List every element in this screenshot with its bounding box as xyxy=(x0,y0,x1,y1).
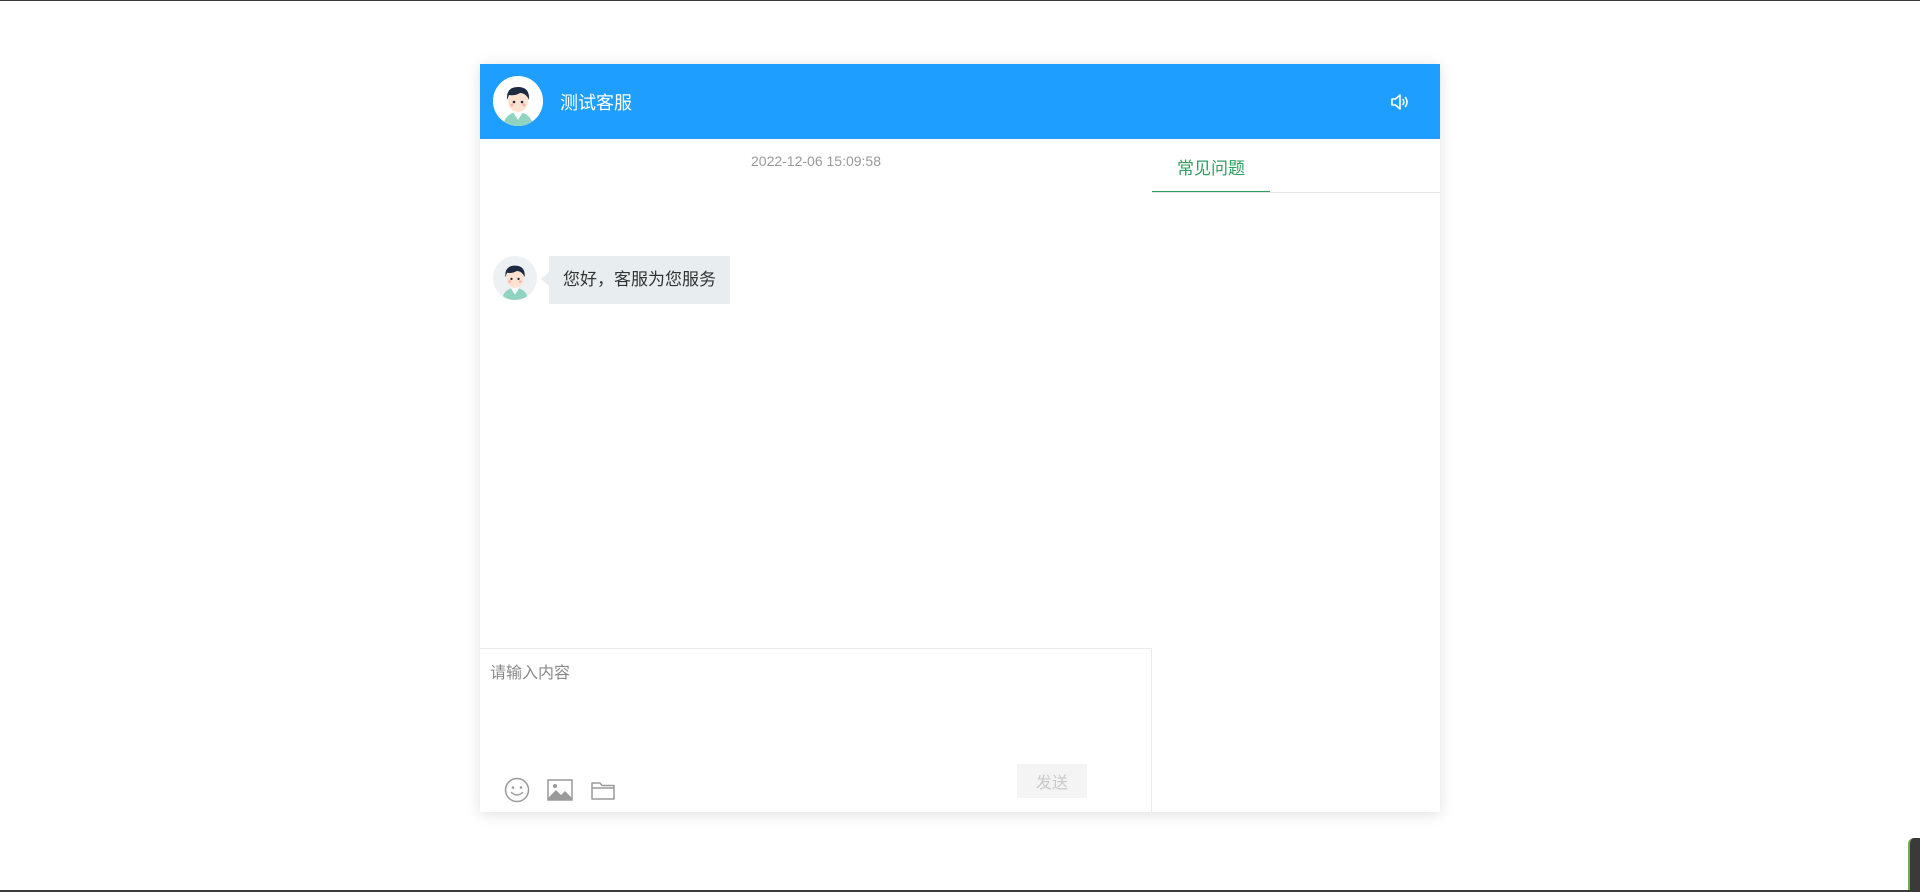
send-button[interactable]: 发送 xyxy=(1017,764,1087,798)
tab-divider xyxy=(1152,192,1440,193)
top-border xyxy=(0,0,1920,1)
faq-tab-bar: 常见问题 xyxy=(1152,139,1440,268)
emoji-icon[interactable] xyxy=(503,776,531,804)
speaker-icon[interactable] xyxy=(1388,90,1412,114)
tab-faq-label: 常见问题 xyxy=(1177,159,1245,178)
message-bubble: 您好，客服为您服务 xyxy=(541,256,730,304)
agent-name: 测试客服 xyxy=(560,93,632,113)
tab-faq[interactable]: 常见问题 xyxy=(1152,154,1270,193)
chat-header: 测试客服 xyxy=(480,64,1440,139)
message-timestamp: 2022-12-06 15:09:58 xyxy=(751,153,881,169)
agent-avatar-icon xyxy=(493,256,537,300)
folder-icon[interactable] xyxy=(589,776,617,804)
floating-widget-handle[interactable] xyxy=(1908,838,1920,890)
chat-window: 测试客服 2022-12-06 15:09:58 您好，客服为您服务 请输入内容… xyxy=(480,64,1440,813)
faq-panel: 常见问题 xyxy=(1152,139,1440,812)
composer: 发送 xyxy=(480,648,1152,813)
image-icon[interactable] xyxy=(546,776,574,804)
message-input[interactable] xyxy=(488,657,1142,741)
agent-avatar-icon xyxy=(493,76,543,126)
